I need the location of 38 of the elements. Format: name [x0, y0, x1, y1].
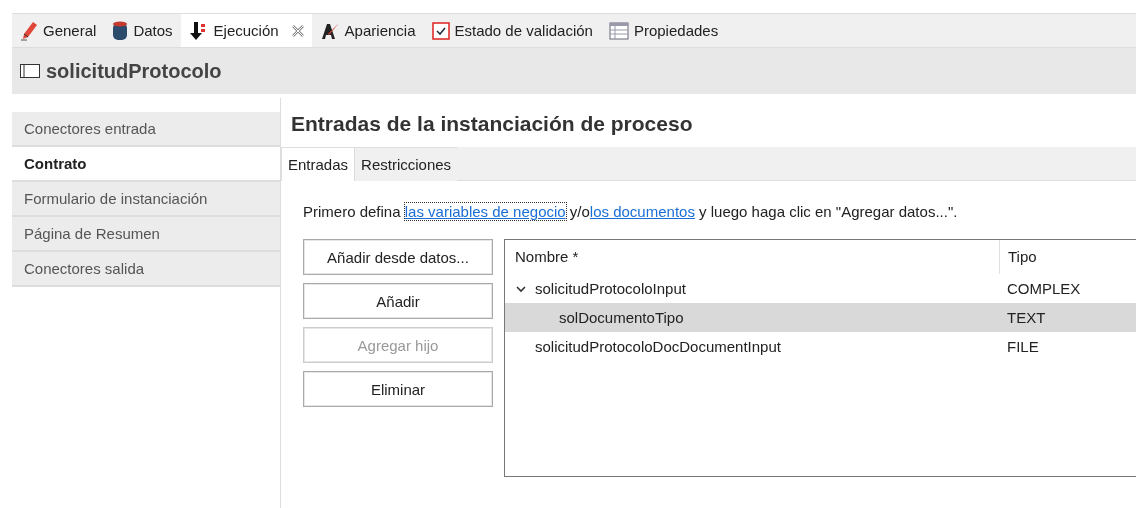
- sidebar-item[interactable]: Formulario de instanciación: [12, 182, 280, 217]
- database-icon: [112, 20, 129, 41]
- table-row[interactable]: solicitudProtocoloInput COMPLEX: [505, 274, 1136, 303]
- sidebar-item[interactable]: Conectores entrada: [12, 112, 280, 147]
- chevron-icon[interactable]: [515, 283, 527, 294]
- table-icon: [608, 21, 629, 40]
- editor-tab[interactable]: Apariencia: [311, 14, 424, 47]
- section-title: Entradas de la instanciación de proceso: [290, 111, 694, 137]
- table-cell: TEXT: [1007, 309, 1046, 326]
- close-icon[interactable]: [291, 24, 304, 37]
- tab[interactable]: Restricciones: [355, 147, 458, 181]
- table-cell: solicitudProtocoloInput: [535, 280, 686, 297]
- editor-tab[interactable]: Ejecución: [180, 14, 312, 47]
- documents-link[interactable]: los documentos: [589, 203, 695, 220]
- tab[interactable]: Entradas: [281, 147, 356, 181]
- editor-tab[interactable]: Datos: [104, 14, 181, 47]
- column-header[interactable]: Tipo: [999, 240, 1136, 274]
- table-cell: COMPLEX: [1007, 280, 1081, 297]
- panel-icon: [20, 64, 40, 78]
- table-cell: FILE: [1007, 338, 1039, 355]
- table-cell: solDocumentoTipo: [559, 309, 684, 326]
- table-row[interactable]: solDocumentoTipo TEXT: [505, 303, 1136, 332]
- action-button[interactable]: Añadir: [303, 283, 493, 319]
- sidebar-item[interactable]: Página de Resumen: [12, 217, 280, 252]
- editor-tab[interactable]: General: [12, 14, 105, 47]
- instruction-text: Primero defina las variables de negocio y/olos documentos y luego haga clic en "Agregar datos...".: [303, 203, 959, 220]
- pencil-icon: [20, 20, 38, 41]
- editor-tab[interactable]: Estado de validación: [423, 14, 601, 47]
- column-header[interactable]: Nombre *: [505, 240, 999, 274]
- editor-tab[interactable]: Propiedades: [600, 14, 727, 47]
- action-button[interactable]: Eliminar: [303, 371, 493, 407]
- table-cell: solicitudProtocoloDocDocumentInput: [535, 338, 781, 355]
- sidebar-item[interactable]: Conectores salida: [12, 252, 280, 287]
- variables-link[interactable]: las variables de negocio: [404, 203, 566, 220]
- header-title: solicitudProtocolo: [46, 59, 222, 83]
- table-row[interactable]: solicitudProtocoloDocDocumentInput FILE: [505, 332, 1136, 361]
- checkbox-icon: [431, 21, 450, 40]
- action-button[interactable]: Añadir desde datos...: [303, 239, 493, 275]
